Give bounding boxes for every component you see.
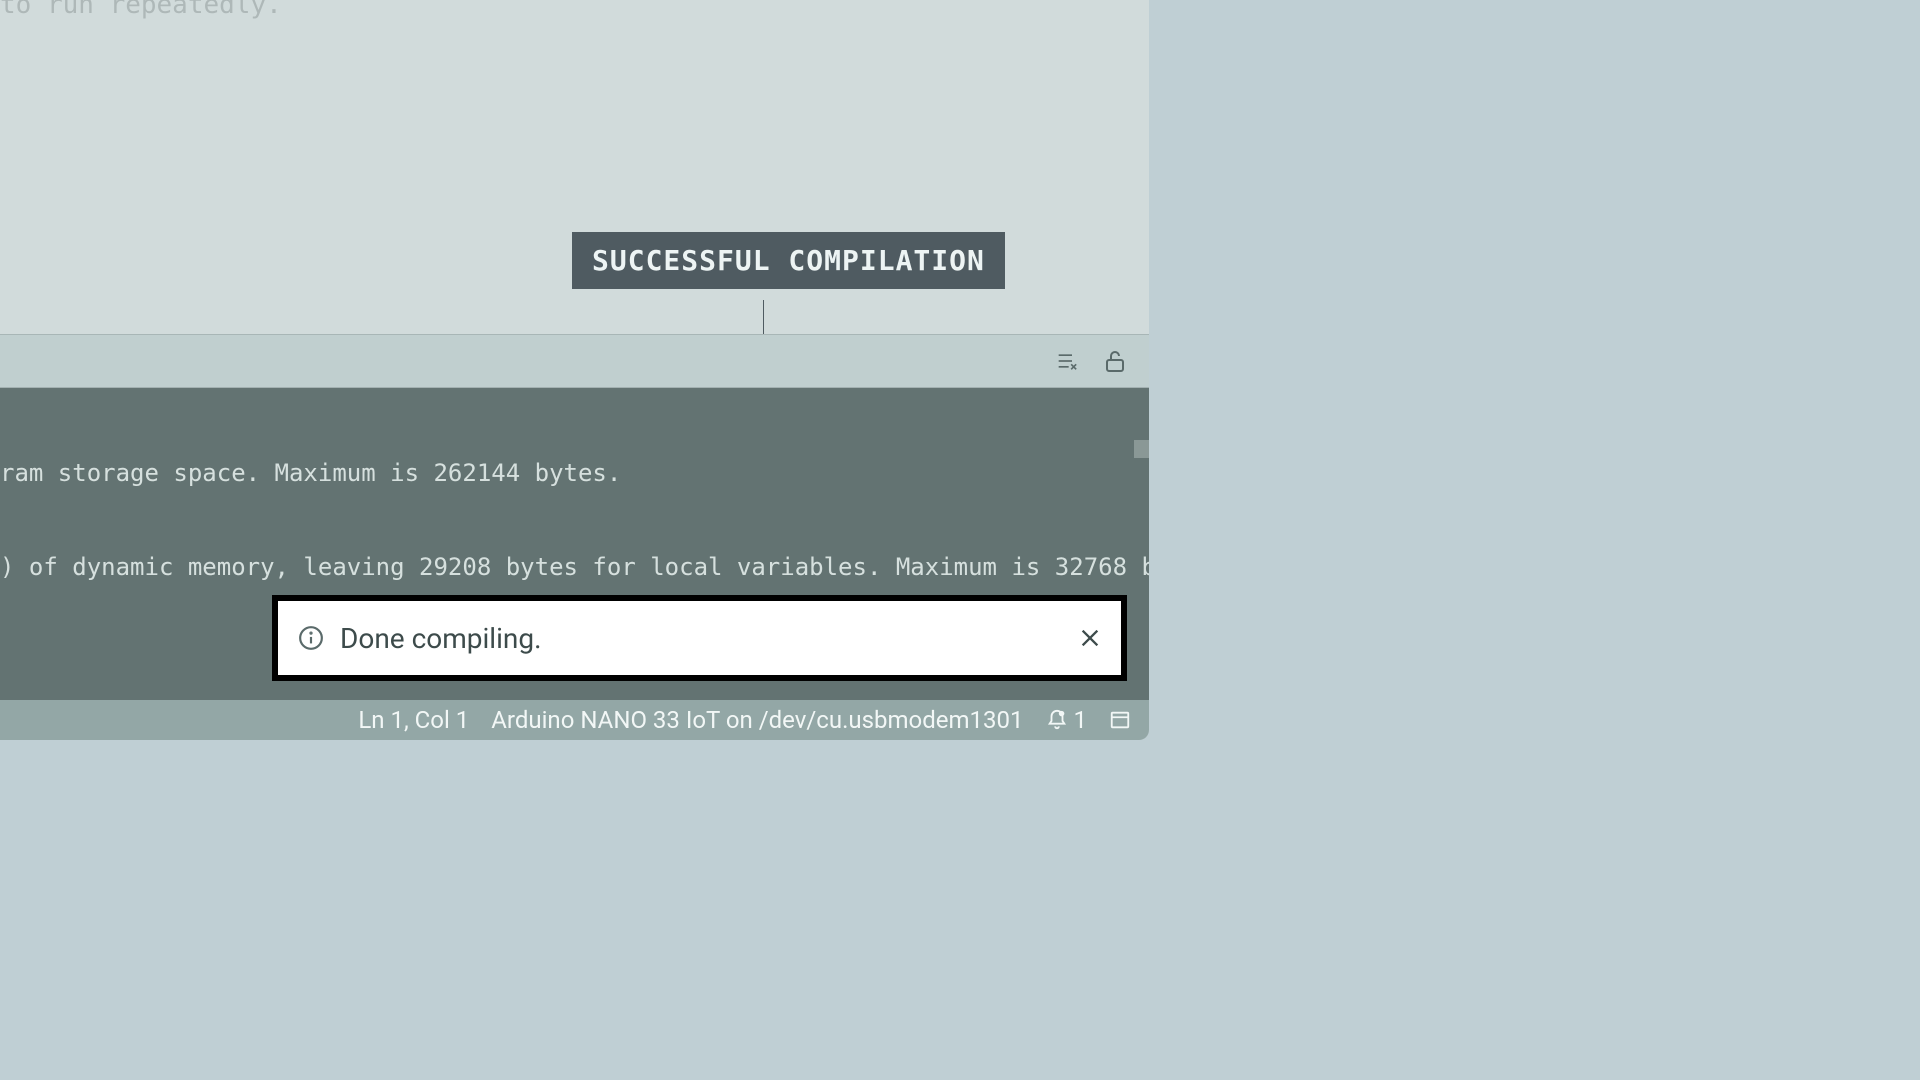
compile-done-toast: Done compiling. — [278, 601, 1121, 675]
notifications-button[interactable]: 1 — [1046, 706, 1088, 734]
code-text: to run repeatedly. — [0, 0, 282, 20]
output-scrollbar[interactable] — [1134, 440, 1149, 458]
output-header-bar — [0, 334, 1149, 388]
info-icon — [298, 625, 324, 651]
clear-output-icon[interactable] — [1053, 347, 1081, 375]
panel-icon — [1109, 709, 1131, 731]
board-port-label[interactable]: Arduino NANO 33 IoT on /dev/cu.usbmodem1… — [491, 706, 1023, 734]
output-line: ) of dynamic memory, leaving 29208 bytes… — [0, 552, 1149, 583]
success-callout-badge: SUCCESSFUL COMPILATION — [572, 232, 1005, 289]
output-line: ram storage space. Maximum is 262144 byt… — [0, 458, 1149, 489]
status-bar: Ln 1, Col 1 Arduino NANO 33 IoT on /dev/… — [0, 700, 1149, 740]
cursor-position[interactable]: Ln 1, Col 1 — [358, 706, 469, 734]
toast-highlight-frame: Done compiling. — [272, 595, 1127, 681]
unlock-icon[interactable] — [1101, 347, 1129, 375]
panel-toggle-button[interactable] — [1109, 709, 1131, 731]
ide-window: to run repeatedly. SUCCESSFUL COMPILATIO… — [0, 0, 1149, 740]
toast-message: Done compiling. — [340, 622, 1063, 655]
notification-count: 1 — [1074, 706, 1088, 734]
close-icon[interactable] — [1079, 627, 1101, 649]
bell-icon — [1046, 709, 1068, 731]
